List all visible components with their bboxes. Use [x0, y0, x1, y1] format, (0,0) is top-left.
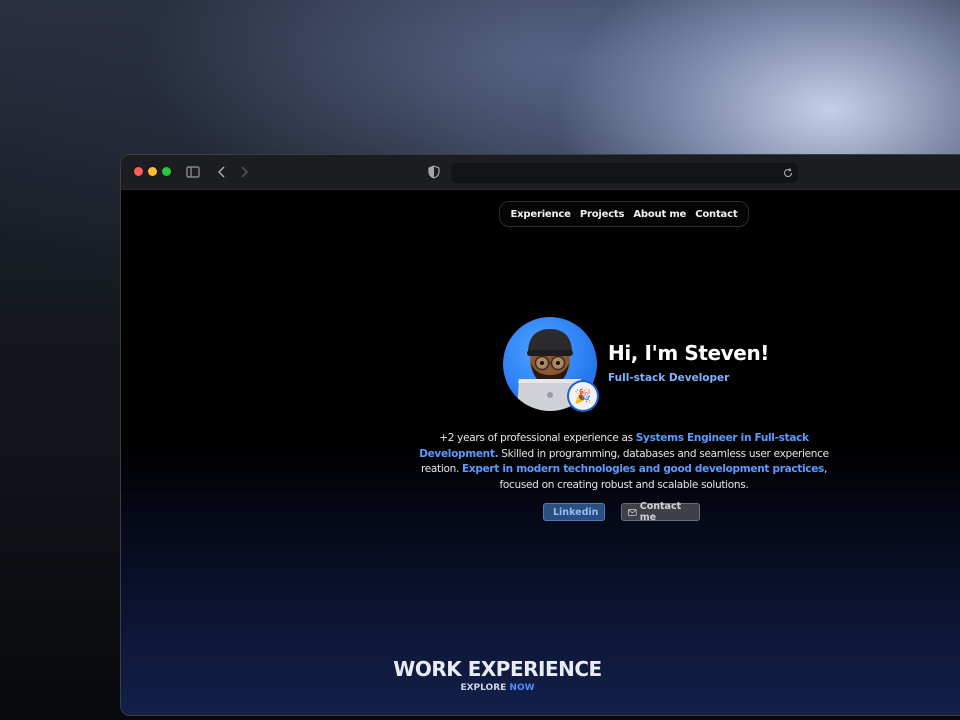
bio-highlight-2: Expert in modern technologies and good d… [462, 463, 824, 476]
browser-toolbar [121, 155, 960, 190]
close-window-button[interactable] [134, 167, 143, 176]
page-content: Experience Projects About me Contact 🎉 H… [121, 191, 960, 715]
address-bar[interactable] [451, 163, 798, 183]
party-popper-icon: 🎉 [569, 382, 597, 410]
top-navigation: Experience Projects About me Contact [499, 201, 749, 227]
nav-projects-link[interactable]: Projects [580, 209, 625, 220]
hero-role: Full-stack Developer [608, 372, 730, 384]
browser-window: Experience Projects About me Contact 🎉 H… [120, 154, 960, 716]
work-experience-heading: WORK EXPERIENCE [393, 657, 602, 681]
bio-text-1: +2 years of professional experience as [439, 432, 636, 444]
back-chevron-icon[interactable] [214, 164, 230, 180]
sidebar-icon[interactable] [185, 164, 201, 180]
reload-icon[interactable] [781, 166, 795, 180]
minimize-window-button[interactable] [148, 167, 157, 176]
hero-bio: +2 years of professional experience as S… [409, 431, 839, 493]
linkedin-button[interactable]: Linkedin [543, 503, 605, 521]
contact-button-label: Contact me [639, 501, 682, 523]
hero-greeting: Hi, I'm Steven! [608, 341, 770, 365]
zoom-window-button[interactable] [162, 167, 171, 176]
shield-icon[interactable] [426, 164, 442, 180]
nav-contact-link[interactable]: Contact [695, 209, 737, 220]
nav-about-link[interactable]: About me [633, 209, 686, 220]
mail-icon [628, 508, 637, 516]
linkedin-button-label: Linkedin [553, 506, 599, 518]
explore-label: EXPLORE [460, 683, 510, 693]
now-label: NOW [509, 683, 535, 693]
contact-me-button[interactable]: Contact me [621, 501, 700, 523]
nav-experience-link[interactable]: Experience [511, 209, 571, 220]
explore-now-link[interactable]: EXPLORE NOW [121, 683, 960, 693]
forward-chevron-icon[interactable] [236, 164, 252, 180]
